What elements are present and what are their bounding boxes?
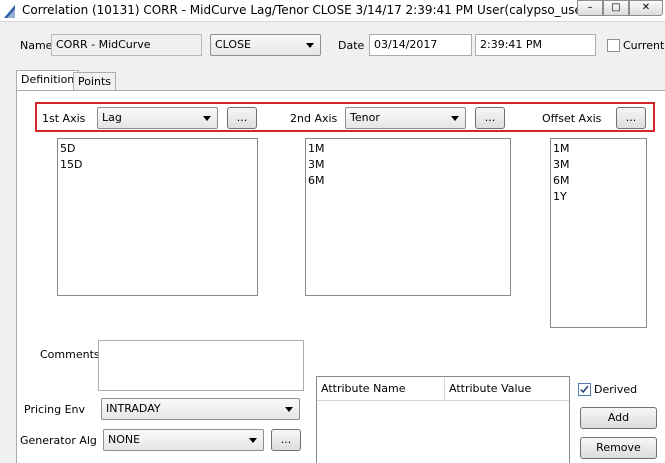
quote-set-value: CLOSE — [215, 38, 252, 51]
attributes-table[interactable]: Attribute Name Attribute Value — [316, 376, 570, 463]
comments-textarea[interactable] — [98, 340, 304, 391]
chevron-down-icon — [285, 407, 293, 412]
list-item[interactable]: 6M — [308, 173, 508, 189]
list-item[interactable]: 3M — [553, 157, 644, 173]
pricing-env-label: Pricing Env — [24, 403, 86, 416]
list-item[interactable]: 5D — [60, 141, 255, 157]
add-button[interactable]: Add — [580, 407, 657, 429]
checkmark-icon — [580, 385, 589, 394]
tab-points[interactable]: Points — [73, 72, 117, 91]
derived-checkbox[interactable] — [578, 383, 591, 396]
second-axis-value: Tenor — [350, 111, 380, 124]
chevron-down-icon — [451, 116, 459, 121]
window-title: Correlation (10131) CORR - MidCurve Lag/… — [22, 3, 592, 17]
chevron-down-icon — [203, 116, 211, 121]
time-field[interactable]: 2:39:41 PM — [475, 34, 596, 56]
list-item[interactable]: 1M — [553, 141, 644, 157]
pricing-env-value: INTRADAY — [106, 402, 161, 415]
second-axis-select[interactable]: Tenor — [345, 107, 466, 129]
pricing-env-select[interactable]: INTRADAY — [101, 398, 300, 420]
quote-set-select[interactable]: CLOSE — [210, 34, 321, 56]
second-axis-browse-button[interactable]: ... — [475, 107, 505, 129]
list-item[interactable]: 15D — [60, 157, 255, 173]
first-axis-label: 1st Axis — [42, 112, 86, 125]
second-axis-label: 2nd Axis — [290, 112, 338, 125]
app-logo-icon — [4, 5, 15, 18]
column-header-attribute-value[interactable]: Attribute Value — [445, 378, 569, 400]
minimize-button[interactable]: – — [577, 0, 603, 16]
first-axis-browse-button[interactable]: ... — [227, 107, 257, 129]
tab-definition[interactable]: Definition — [16, 70, 80, 91]
window-title-bar: Correlation (10131) CORR - MidCurve Lag/… — [0, 0, 665, 22]
close-icon: ✕ — [641, 2, 651, 13]
first-axis-select[interactable]: Lag — [97, 107, 218, 129]
offset-axis-browse-button[interactable]: ... — [616, 107, 646, 129]
list-item[interactable]: 3M — [308, 157, 508, 173]
derived-label: Derived — [594, 383, 638, 396]
list-item[interactable]: 1M — [308, 141, 508, 157]
current-checkbox[interactable] — [607, 39, 620, 52]
remove-button[interactable]: Remove — [580, 437, 657, 459]
minimize-icon: – — [587, 2, 593, 13]
generator-alg-label: Generator Alg — [20, 434, 97, 447]
first-axis-value: Lag — [102, 111, 122, 124]
date-field[interactable]: 03/14/2017 — [369, 34, 472, 56]
close-button[interactable]: ✕ — [629, 0, 663, 16]
name-label: Name — [20, 39, 53, 52]
generator-alg-value: NONE — [108, 433, 141, 446]
current-label: Current — [623, 39, 665, 52]
attributes-table-header: Attribute Name Attribute Value — [317, 377, 569, 401]
chevron-down-icon — [306, 43, 314, 48]
first-axis-list[interactable]: 5D 15D — [57, 138, 258, 296]
date-label: Date — [338, 39, 365, 52]
column-header-attribute-name[interactable]: Attribute Name — [317, 378, 445, 400]
second-axis-list[interactable]: 1M 3M 6M — [305, 138, 511, 296]
chevron-down-icon — [249, 438, 257, 443]
offset-axis-label: Offset Axis — [542, 112, 602, 125]
maximize-icon: □ — [611, 2, 621, 13]
list-item[interactable]: 1Y — [553, 189, 644, 205]
generator-alg-select[interactable]: NONE — [103, 429, 264, 451]
comments-label: Comments — [40, 348, 100, 361]
maximize-button[interactable]: □ — [603, 0, 629, 16]
generator-alg-browse-button[interactable]: ... — [271, 429, 301, 451]
list-item[interactable]: 6M — [553, 173, 644, 189]
offset-axis-list[interactable]: 1M 3M 6M 1Y — [550, 138, 647, 328]
name-field[interactable]: CORR - MidCurve — [51, 34, 202, 56]
